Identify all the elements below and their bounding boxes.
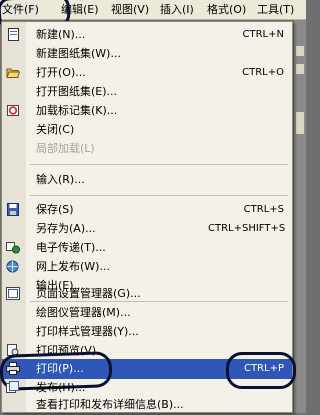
menu-item-new[interactable]: 新建(N)... CTRL+N — [2, 25, 292, 45]
menu-item-view-plot-publish-details[interactable]: 查看打印和发布详细信息(B)... — [2, 395, 292, 415]
menu-item-label: 输入(R)... — [36, 173, 85, 186]
menu-item-open-sheet-set[interactable]: 打开图纸集(E)... — [2, 82, 292, 102]
menu-item-partial-load: 局部加载(L) — [2, 139, 292, 159]
menu-item-save[interactable]: 保存(S) CTRL+S — [2, 200, 292, 220]
menu-item-publish-to-web[interactable]: 网上发布(W)... — [2, 257, 292, 277]
menu-item-plot-style-manager[interactable]: 打印样式管理器(Y)... — [2, 322, 292, 342]
menu-item-label: 打开(O)... — [36, 66, 86, 79]
menu-item-shortcut: CTRL+P — [243, 363, 284, 374]
file-menu-dropdown: 新建(N)... CTRL+N 新建图纸集(W)... 打开(O)... CTR… — [0, 21, 296, 415]
menu-view[interactable]: 视图(V) — [111, 3, 149, 17]
menu-item-label: 发布(H)... — [36, 381, 86, 394]
menu-item-label: 页面设置管理器(G)... — [36, 287, 141, 300]
menu-item-print-preview[interactable]: 打印预览(V) — [2, 341, 292, 361]
menu-item-label: 打印(P)... — [36, 362, 84, 375]
menu-separator — [30, 164, 288, 165]
menu-item-plotter-manager[interactable]: 绘图仪管理器(M)... — [2, 303, 292, 323]
menu-item-import[interactable]: 输入(R)... — [2, 170, 292, 190]
menu-item-print[interactable]: 打印(P)... CTRL+P — [0, 351, 296, 391]
menu-item-label: 绘图仪管理器(M)... — [36, 306, 131, 319]
menu-item-label: 新建(N)... — [36, 28, 86, 41]
menu-item-label: 查看打印和发布详细信息(B)... — [36, 398, 184, 411]
open-folder-icon — [6, 66, 21, 79]
menu-item-label: 打开图纸集(E)... — [36, 85, 118, 98]
menu-item-label: 另存为(A)... — [36, 222, 96, 235]
menu-item-new-sheet-set[interactable]: 新建图纸集(W)... — [2, 44, 292, 64]
menu-item-label: 加载标记集(K)... — [36, 104, 118, 117]
toolbar-button — [296, 46, 304, 56]
background-toolbar-strip — [294, 20, 306, 413]
menu-format[interactable]: 格式(O) — [207, 3, 246, 17]
menu-item-label: 局部加载(L) — [36, 142, 95, 155]
menu-item-label: 打印样式管理器(Y)... — [36, 325, 139, 338]
menu-separator — [30, 195, 288, 196]
menu-item-load-markup-set[interactable]: 加载标记集(K)... — [2, 101, 292, 121]
publish-icon — [6, 381, 20, 394]
menu-item-etransmit[interactable]: 电子传递(T)... — [2, 238, 292, 258]
menu-item-label: 关闭(C) — [36, 123, 75, 136]
print-icon — [6, 362, 20, 375]
menu-item-shortcut: CTRL+O — [242, 67, 284, 78]
menu-insert[interactable]: 插入(I) — [160, 3, 194, 17]
menu-item-page-setup-manager[interactable]: 页面设置管理器(G)... — [2, 284, 292, 304]
menu-item-label: 保存(S) — [36, 203, 74, 216]
menu-item-shortcut: CTRL+SHIFT+S — [208, 223, 286, 234]
print-preview-icon — [6, 344, 21, 358]
toolbar-button — [296, 112, 304, 134]
menu-item-label: 打印预览(V) — [36, 344, 97, 357]
menu-edit[interactable]: 编辑(E) — [61, 3, 99, 17]
menu-item-label: 新建图纸集(W)... — [36, 47, 121, 60]
menu-bar: 文件(F) 编辑(E) 视图(V) 插入(I) 格式(O) 工具(T) — [0, 0, 306, 30]
publish-web-icon — [6, 260, 20, 273]
menu-tools[interactable]: 工具(T) — [257, 3, 294, 17]
save-icon — [6, 203, 20, 216]
menu-item-label: 网上发布(W)... — [36, 260, 110, 273]
new-file-icon — [6, 28, 20, 41]
markup-set-icon — [6, 104, 20, 117]
page-setup-icon — [6, 287, 20, 300]
menu-item-shortcut: CTRL+S — [243, 204, 284, 215]
menu-item-save-as[interactable]: 另存为(A)... CTRL+SHIFT+S — [2, 219, 292, 239]
menu-item-shortcut: CTRL+N — [242, 29, 284, 40]
menu-item-close[interactable]: 关闭(C) — [2, 120, 292, 140]
menu-item-open[interactable]: 打开(O)... CTRL+O — [2, 63, 292, 83]
menu-file[interactable]: 文件(F) — [2, 3, 39, 17]
menu-item-label: 电子传递(T)... — [36, 241, 106, 254]
toolbar-button — [296, 64, 304, 74]
etransmit-icon — [6, 241, 20, 254]
